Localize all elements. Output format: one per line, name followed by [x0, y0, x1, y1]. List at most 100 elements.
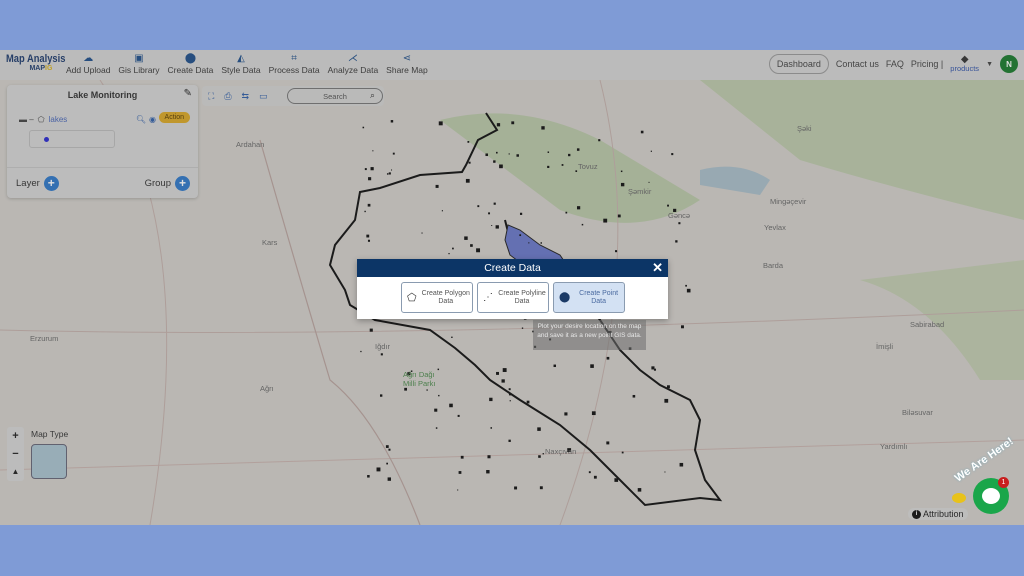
- lake-point: [385, 445, 389, 448]
- lake-point: [496, 123, 501, 127]
- dialog-title: Create Data: [484, 262, 541, 274]
- lake-point: [621, 451, 624, 454]
- nav-style-data[interactable]: ◭ Style Data: [217, 52, 264, 75]
- search-input[interactable]: Search ⌕: [287, 88, 383, 104]
- create-polyline-button[interactable]: ⋰ Create Polyline Data: [477, 282, 549, 313]
- lake-point: [542, 453, 544, 455]
- compass-icon[interactable]: ▲: [12, 463, 20, 481]
- print-icon[interactable]: ⎙: [224, 91, 231, 102]
- lake-point: [366, 234, 370, 238]
- map-label: Gəncə: [668, 211, 691, 220]
- app: Erzurum Ağrı Kars Ardahan Iğdır Ağrı Dağ…: [0, 50, 1024, 525]
- drag-handle-icon[interactable]: ▬ –: [19, 115, 34, 124]
- paint-bucket-icon: ◭: [237, 53, 245, 64]
- lake-point: [476, 248, 481, 253]
- lake-point: [508, 393, 511, 396]
- lake-point: [620, 170, 623, 173]
- lake-point: [640, 130, 644, 134]
- lake-point: [485, 153, 489, 157]
- edit-pencil-icon[interactable]: ✎: [184, 88, 192, 99]
- map-label: İmişli: [876, 342, 894, 351]
- panel-title: Lake Monitoring: [67, 90, 138, 100]
- eye-icon[interactable]: ◉: [149, 115, 156, 124]
- lake-point: [681, 325, 684, 329]
- add-layer-button[interactable]: +: [43, 176, 59, 191]
- nav-share-map[interactable]: ⋖ Share Map: [382, 52, 432, 75]
- lake-point: [678, 222, 681, 225]
- lake-point: [538, 455, 541, 458]
- lake-point: [590, 364, 594, 368]
- lake-point: [367, 239, 371, 242]
- map-label: Erzurum: [30, 334, 59, 343]
- add-group-button[interactable]: +: [175, 176, 190, 191]
- map-label: Barda: [763, 261, 784, 270]
- map-label: Biləsuvar: [902, 408, 933, 417]
- lake-point: [508, 388, 511, 391]
- lake-point: [606, 441, 610, 445]
- dashboard-button[interactable]: Dashboard: [768, 54, 829, 74]
- measure-icon[interactable]: ⇆: [242, 91, 250, 102]
- map-type-thumbnail[interactable]: [31, 444, 67, 479]
- products-label: products: [950, 64, 980, 73]
- zoom-out-button[interactable]: −: [12, 445, 18, 463]
- nav-process-data[interactable]: ⌗ Process Data: [265, 52, 324, 75]
- create-polygon-button[interactable]: ⬠ Create Polygon Data: [401, 282, 473, 313]
- lake-point: [379, 394, 383, 397]
- products-menu[interactable]: ◆ products: [950, 55, 980, 74]
- add-group[interactable]: Group +: [145, 176, 190, 191]
- lake-point: [388, 448, 391, 451]
- lake-point: [493, 202, 496, 205]
- nav-label: Create Data: [167, 65, 214, 75]
- lake-point: [526, 400, 530, 404]
- close-icon[interactable]: ✕: [652, 259, 663, 277]
- add-layer[interactable]: Layer +: [16, 176, 59, 191]
- analyze-icon: ⋌: [347, 53, 358, 64]
- lake-point: [435, 184, 439, 188]
- nav-add-upload[interactable]: ☁ Add Upload: [62, 52, 114, 75]
- lake-point: [465, 178, 470, 183]
- process-icon: ⌗: [291, 53, 297, 64]
- lake-point: [487, 455, 491, 459]
- lake-point: [499, 164, 503, 169]
- map-label: Kars: [262, 238, 278, 247]
- nav-label: Style Data: [221, 65, 261, 75]
- lake-point: [435, 427, 438, 429]
- lake-point: [508, 439, 511, 442]
- layer-name[interactable]: lakes: [49, 115, 68, 124]
- search-icon[interactable]: ⌕: [370, 90, 375, 101]
- lake-point: [477, 205, 480, 208]
- map-label: Yevlax: [764, 223, 786, 232]
- lake-point: [666, 385, 670, 389]
- zoom-in-button[interactable]: +: [12, 427, 18, 445]
- lake-point: [370, 167, 374, 171]
- nav-gis-library[interactable]: ▣ Gis Library: [114, 52, 163, 75]
- lake-point: [468, 161, 471, 164]
- nav-create-data[interactable]: ⬤ Create Data: [164, 52, 218, 75]
- lake-point: [679, 462, 684, 467]
- create-point-button[interactable]: ⬤ Create Point Data: [553, 282, 625, 313]
- lake-point: [496, 371, 499, 375]
- layer-label: Layer: [16, 178, 40, 189]
- share-icon: ⋖: [402, 53, 412, 64]
- faq-link[interactable]: FAQ: [886, 59, 904, 69]
- action-button[interactable]: Action: [158, 112, 190, 123]
- brand-title: Map Analysis: [6, 53, 66, 65]
- zoom-to-layer-icon[interactable]: 🔍︎: [136, 115, 146, 124]
- lake-point: [541, 126, 545, 130]
- lake-point: [502, 368, 507, 372]
- attribution-button[interactable]: i Attribution: [908, 508, 968, 520]
- nav-analyze-data[interactable]: ⋌ Analyze Data: [324, 52, 383, 75]
- avatar[interactable]: N: [1000, 55, 1018, 73]
- chevron-down-icon[interactable]: ▼: [986, 61, 993, 68]
- lake-point: [467, 141, 470, 143]
- pricing-link[interactable]: Pricing |: [911, 59, 943, 69]
- contact-link[interactable]: Contact us: [836, 59, 879, 69]
- comment-icon[interactable]: ▭: [259, 91, 268, 102]
- lake-point: [553, 364, 556, 368]
- map-label: Mingəçevir: [770, 197, 807, 206]
- lake-point: [426, 389, 428, 391]
- layer-item: ▬ – ⬠ lakes 🔍︎ ◉ Action: [19, 112, 194, 126]
- fullscreen-icon[interactable]: ⛶: [208, 91, 214, 102]
- lake-point: [614, 478, 619, 482]
- nav-label: Process Data: [268, 65, 320, 75]
